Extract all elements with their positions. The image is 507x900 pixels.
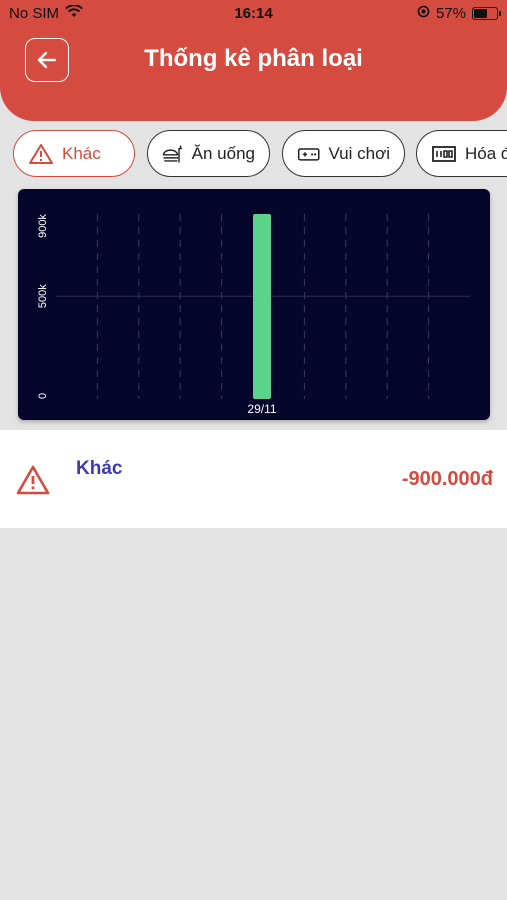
- orientation-lock-icon: [417, 5, 430, 22]
- x-tick-label: 29/11: [247, 402, 276, 416]
- category-chip-an-uong[interactable]: Ăn uống: [147, 130, 270, 177]
- warning-icon: [29, 143, 53, 164]
- category-chip-hoa-don[interactable]: Hóa đ: [416, 130, 507, 177]
- category-filter-row: Khác Ăn uống Vui chơi Hóa đ: [0, 128, 507, 180]
- category-chip-label: Khác: [62, 143, 101, 163]
- y-tick-label: 0: [37, 393, 49, 399]
- category-chip-label: Vui chơi: [328, 143, 390, 163]
- category-chip-label: Ăn uống: [191, 143, 255, 163]
- bar: [253, 214, 271, 399]
- y-tick-label: 500k: [37, 284, 49, 308]
- battery-icon: [472, 7, 501, 20]
- bar-chart: 0 500k 900k 29/11: [18, 189, 490, 420]
- category-chip-label: Hóa đ: [465, 143, 507, 163]
- category-chip-vui-choi[interactable]: Vui chơi: [282, 130, 405, 177]
- category-chip-khac[interactable]: Khác: [13, 130, 135, 177]
- status-bar: No SIM 16:14 57%: [0, 0, 507, 30]
- gamepad-icon: [297, 147, 320, 161]
- chart-canvas: 0 500k 900k 29/11: [37, 214, 470, 416]
- transaction-name: Khác: [76, 458, 123, 479]
- bill-icon: [432, 145, 456, 162]
- header: No SIM 16:14 57% Thống kê phân loại: [0, 0, 507, 121]
- page-title: Thống kê phân loại: [144, 45, 363, 72]
- y-tick-label: 900k: [37, 214, 49, 238]
- battery-percent: 57%: [435, 5, 466, 22]
- food-icon: [162, 144, 183, 163]
- transaction-amount: -900.000đ: [401, 468, 493, 490]
- warning-icon: [16, 465, 50, 495]
